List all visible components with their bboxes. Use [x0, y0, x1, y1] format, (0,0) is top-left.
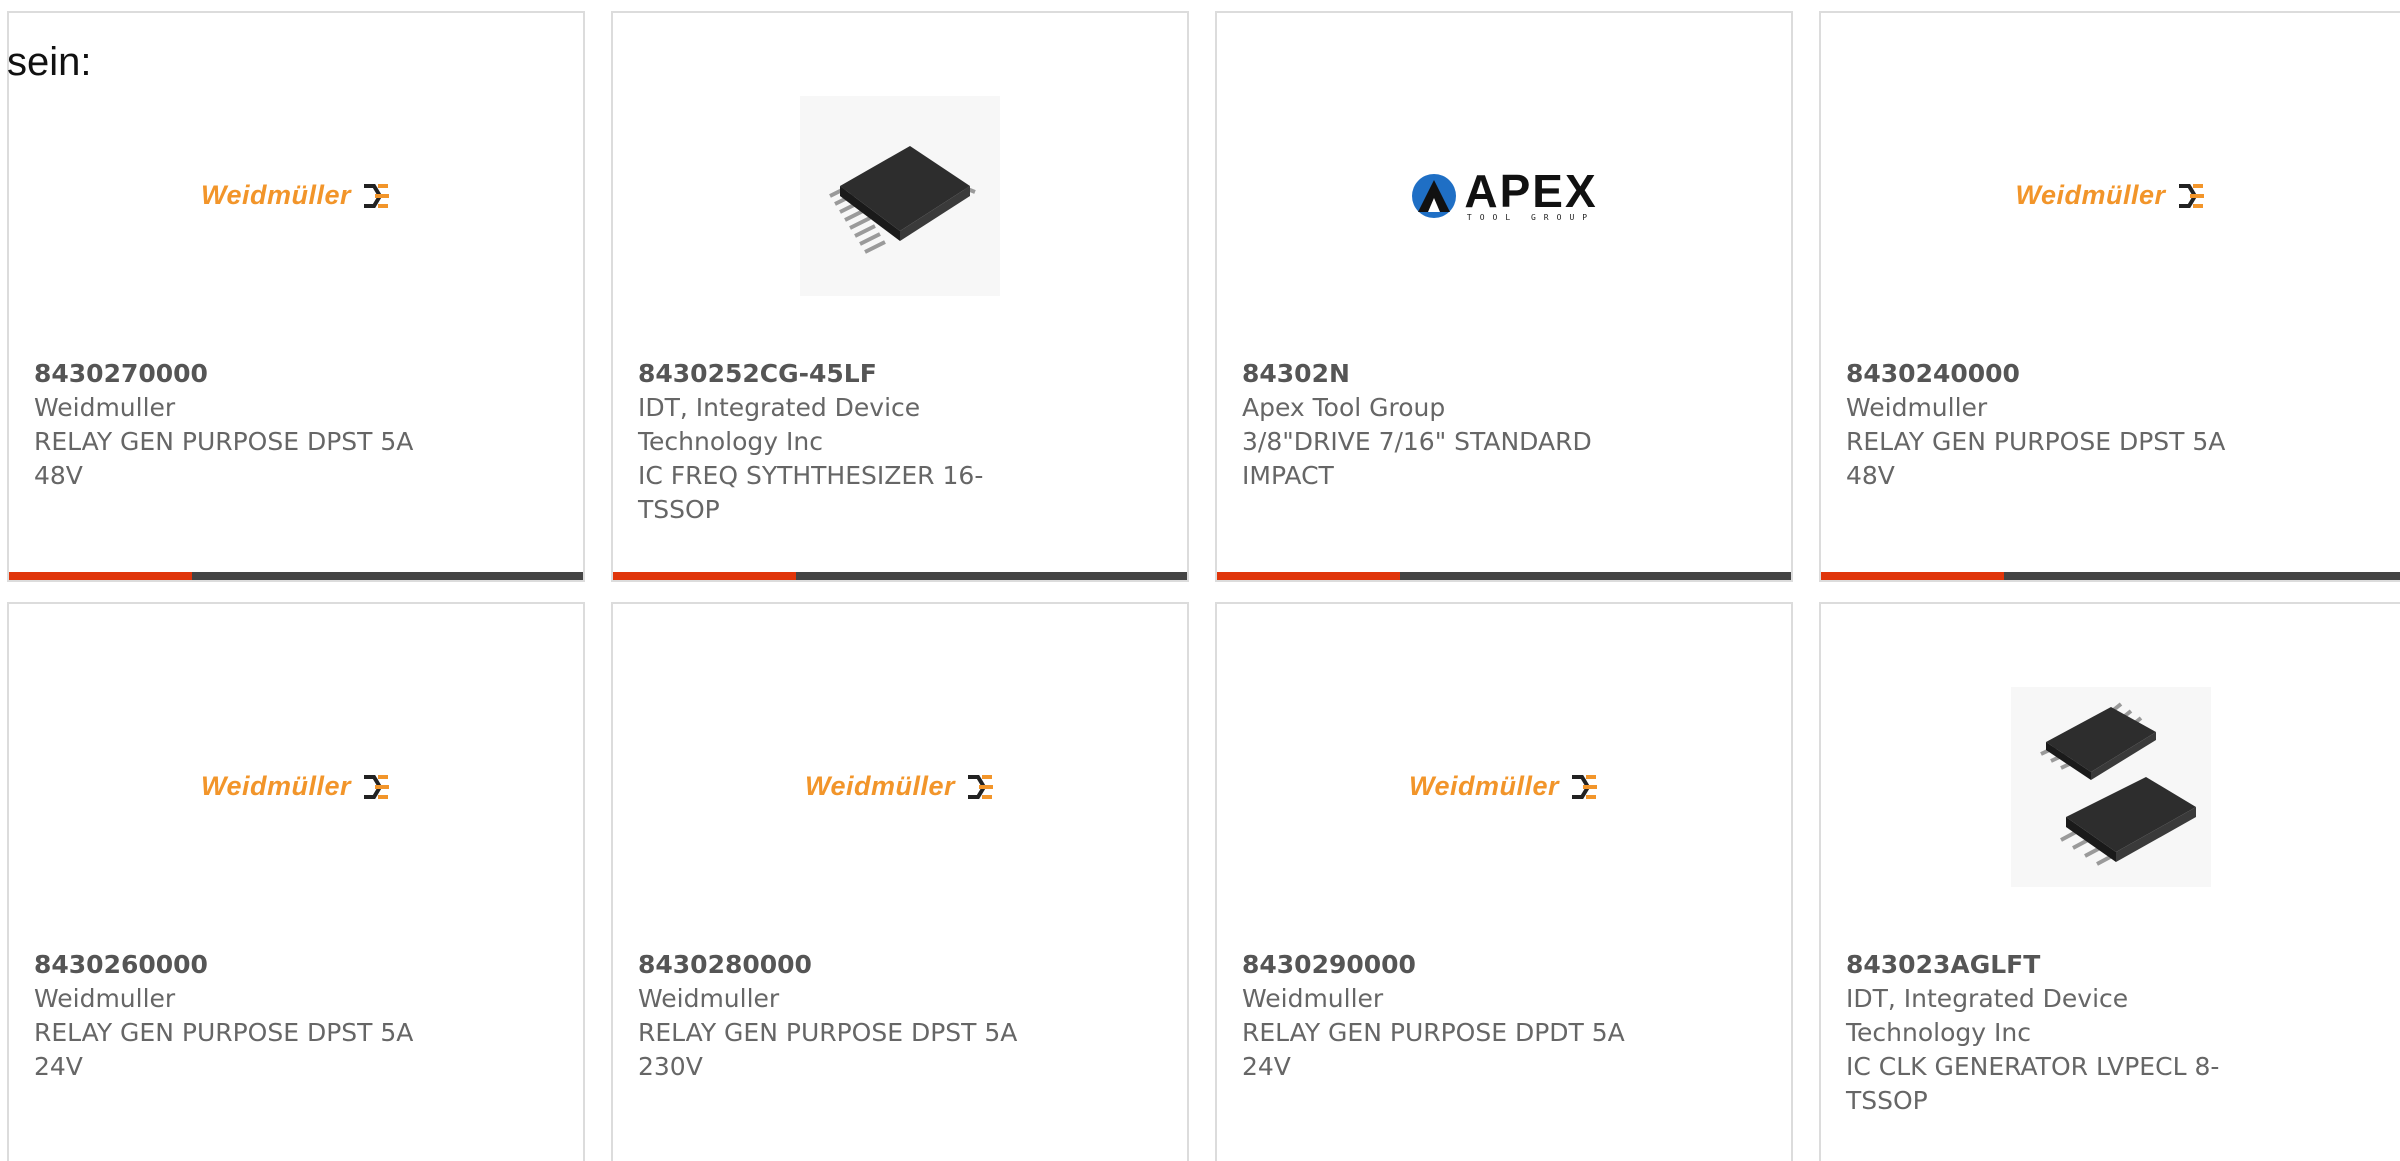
weidmuller-mark-icon: [1572, 774, 1598, 799]
product-card[interactable]: 843023AGLFT IDT, Integrated Device Techn…: [1819, 602, 2400, 1161]
weidmuller-mark-icon: [968, 774, 994, 799]
card-bottom-bar: [1821, 572, 2400, 580]
weidmuller-logo-text: Weidmüller: [804, 771, 956, 801]
part-number[interactable]: 8430260000: [34, 948, 514, 982]
card-bar-accent: [1821, 572, 2004, 580]
weidmuller-logo-text: Weidmüller: [1408, 771, 1560, 801]
manufacturer: Weidmuller: [638, 984, 780, 1013]
part-number[interactable]: 8430280000: [638, 948, 1118, 982]
page: Weidmüller 8430270000 Weidmuller RELAY G…: [0, 0, 2400, 1161]
product-image: APEX TOOL GROUP: [1217, 83, 1791, 308]
card-bottom-bar: [1217, 572, 1791, 580]
part-number[interactable]: 8430290000: [1242, 948, 1722, 982]
ic-chip-icon: [2039, 701, 2196, 866]
weidmuller-logo-text: Weidmüller: [2015, 180, 2166, 210]
product-card[interactable]: 8430252CG-45LF IDT, Integrated Device Te…: [611, 11, 1189, 582]
product-info: 8430252CG-45LF IDT, Integrated Device Te…: [638, 357, 1118, 527]
weidmuller-logo: Weidmüller: [2015, 180, 2205, 211]
product-info: 8430270000 Weidmuller RELAY GEN PURPOSE …: [34, 357, 514, 493]
description: RELAY GEN PURPOSE DPST 5A 24V: [34, 1018, 414, 1081]
product-card[interactable]: Weidmüller 8430270000 Weidmuller RELAY G…: [7, 11, 585, 582]
product-info: 8430280000 Weidmuller RELAY GEN PURPOSE …: [638, 948, 1118, 1084]
part-number[interactable]: 8430240000: [1846, 357, 2326, 391]
apex-logo: APEX TOOL GROUP: [1410, 165, 1598, 222]
tssop8-chips-image: [2010, 686, 2211, 887]
description: IC CLK GENERATOR LVPECL 8-TSSOP: [1846, 1052, 2220, 1115]
weidmuller-logo: Weidmüller: [805, 771, 995, 802]
product-grid: Weidmüller 8430270000 Weidmuller RELAY G…: [0, 0, 2400, 1161]
weidmuller-mark-icon: [364, 774, 390, 799]
product-info: 8430240000 Weidmuller RELAY GEN PURPOSE …: [1846, 357, 2326, 493]
apex-logo-text: APEX: [1464, 165, 1598, 217]
product-card[interactable]: Weidmüller 8430280000 Weidmuller RELAY G…: [611, 602, 1189, 1161]
description: RELAY GEN PURPOSE DPST 5A 48V: [1846, 427, 2226, 490]
weidmuller-mark-icon: [364, 183, 390, 208]
weidmuller-logo-text: Weidmüller: [200, 180, 352, 210]
card-bar-accent: [613, 572, 796, 580]
description: RELAY GEN PURPOSE DPDT 5A 24V: [1242, 1018, 1625, 1081]
product-info: 8430260000 Weidmuller RELAY GEN PURPOSE …: [34, 948, 514, 1084]
weidmuller-logo-text: Weidmüller: [200, 771, 352, 801]
product-image: Weidmüller: [1821, 83, 2400, 308]
product-image: Weidmüller: [9, 674, 583, 899]
product-card[interactable]: Weidmüller 8430260000 Weidmuller RELAY G…: [7, 602, 585, 1161]
product-info: 843023AGLFT IDT, Integrated Device Techn…: [1846, 948, 2326, 1118]
product-card[interactable]: Weidmüller 8430240000 Weidmuller RELAY G…: [1819, 11, 2400, 582]
card-bar-accent: [1217, 572, 1400, 580]
card-bottom-bar: [613, 572, 1187, 580]
label-fragment: sein:: [7, 40, 92, 84]
description: RELAY GEN PURPOSE DPST 5A 230V: [638, 1018, 1018, 1081]
product-card[interactable]: APEX TOOL GROUP 84302N Apex Tool Group 3…: [1215, 11, 1793, 582]
product-image: Weidmüller: [1217, 674, 1791, 899]
weidmuller-logo: Weidmüller: [201, 180, 391, 211]
product-card[interactable]: Weidmüller 8430290000 Weidmuller RELAY G…: [1215, 602, 1793, 1161]
product-image: Weidmüller: [9, 83, 583, 308]
apex-mark-icon: [1412, 173, 1457, 218]
description: IC FREQ SYTHTHESIZER 16-TSSOP: [638, 461, 984, 524]
manufacturer: Weidmuller: [1242, 984, 1384, 1013]
apex-logo-subtext: TOOL GROUP: [1466, 213, 1596, 222]
weidmuller-logo: Weidmüller: [201, 771, 391, 802]
ic-chip-icon: [829, 145, 976, 254]
manufacturer: Apex Tool Group: [1242, 393, 1446, 422]
weidmuller-mark-icon: [2178, 183, 2204, 208]
manufacturer: IDT, Integrated Device Technology Inc: [1846, 984, 2129, 1047]
weidmuller-logo: Weidmüller: [1409, 771, 1599, 802]
product-info: 84302N Apex Tool Group 3/8"DRIVE 7/16" S…: [1242, 357, 1722, 493]
product-image: Weidmüller: [613, 674, 1187, 899]
part-number[interactable]: 8430270000: [34, 357, 514, 391]
part-number[interactable]: 84302N: [1242, 357, 1722, 391]
description: RELAY GEN PURPOSE DPST 5A 48V: [34, 427, 414, 490]
description: 3/8"DRIVE 7/16" STANDARD IMPACT: [1242, 427, 1592, 490]
product-info: 8430290000 Weidmuller RELAY GEN PURPOSE …: [1242, 948, 1722, 1084]
manufacturer: IDT, Integrated Device Technology Inc: [638, 393, 921, 456]
tssop16-chip-image: [800, 95, 1000, 296]
manufacturer: Weidmuller: [1846, 393, 1988, 422]
card-bottom-bar: [9, 572, 583, 580]
part-number[interactable]: 8430252CG-45LF: [638, 357, 1118, 391]
product-image: [613, 83, 1187, 308]
manufacturer: Weidmuller: [34, 984, 176, 1013]
card-bar-accent: [9, 572, 192, 580]
part-number[interactable]: 843023AGLFT: [1846, 948, 2326, 982]
product-image: [1821, 674, 2400, 899]
manufacturer: Weidmuller: [34, 393, 176, 422]
